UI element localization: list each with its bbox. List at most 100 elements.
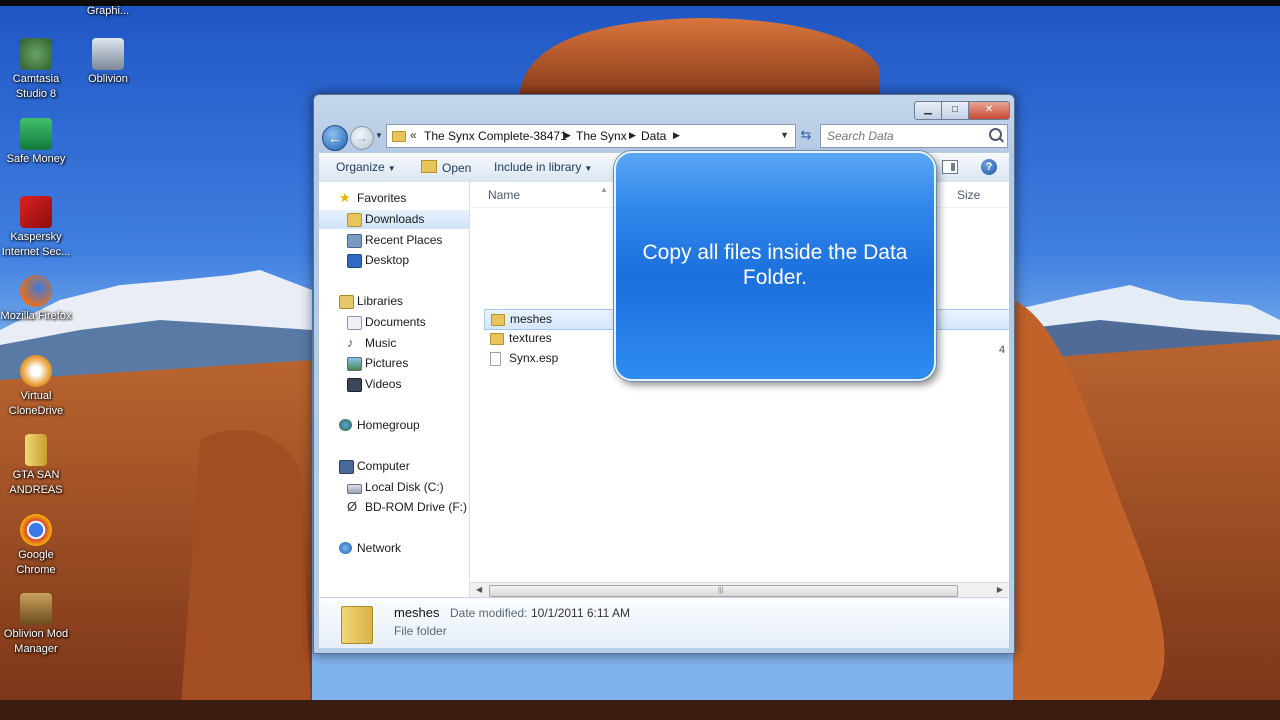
details-name: meshes bbox=[394, 605, 440, 620]
nav-label: Homegroup bbox=[357, 418, 420, 432]
desktop-icon-chrome[interactable]: Google Chrome bbox=[0, 514, 72, 578]
nav-libraries[interactable]: Libraries bbox=[319, 292, 469, 311]
desktop-icon-kaspersky[interactable]: Kaspersky Internet Sec... bbox=[0, 196, 72, 260]
desktop-icon-oblivion[interactable]: Oblivion bbox=[72, 38, 144, 87]
tutorial-callout: Copy all files inside the Data Folder. bbox=[614, 151, 936, 381]
desktop-icon-label: Virtual CloneDrive bbox=[8, 390, 64, 417]
desktop-icon-safe-money[interactable]: Safe Money bbox=[0, 118, 72, 167]
breadcrumb-arrow-icon[interactable]: ▶ bbox=[629, 130, 636, 141]
star-icon: ★ bbox=[339, 190, 351, 205]
forward-button[interactable]: → bbox=[350, 126, 374, 150]
nav-music[interactable]: ♪ Music bbox=[319, 334, 469, 353]
recent-pages-dropdown[interactable]: ▼ bbox=[375, 131, 383, 140]
organize-label: Organize bbox=[336, 160, 385, 174]
search-icon[interactable] bbox=[989, 128, 1002, 141]
computer-icon bbox=[339, 460, 354, 474]
nav-videos[interactable]: Videos bbox=[319, 375, 469, 394]
desktop-icon-firefox[interactable]: Mozilla Firefox bbox=[0, 275, 72, 324]
file-name: meshes bbox=[510, 312, 553, 326]
desktop-icon-graphics[interactable]: Graphi... bbox=[72, 4, 144, 19]
safe-money-icon bbox=[20, 118, 52, 150]
nav-homegroup[interactable]: Homegroup bbox=[319, 416, 469, 435]
close-button[interactable]: ✕ bbox=[968, 101, 1010, 120]
open-button[interactable]: Open bbox=[421, 160, 471, 175]
address-dropdown-icon[interactable]: ▼ bbox=[780, 130, 789, 140]
nav-label: Documents bbox=[365, 315, 426, 329]
nav-label: Downloads bbox=[365, 212, 425, 226]
nav-recent-places[interactable]: Recent Places bbox=[319, 231, 469, 250]
chevron-down-icon: ▼ bbox=[584, 164, 593, 173]
nav-label: Music bbox=[365, 336, 397, 350]
breadcrumb-arrow-icon[interactable]: ▶ bbox=[673, 130, 680, 141]
search-input[interactable] bbox=[825, 127, 979, 145]
desktop-icon-camtasia[interactable]: Camtasia Studio 8 bbox=[0, 38, 72, 102]
nav-label: Local Disk (C:) bbox=[365, 480, 444, 494]
nav-bd-rom-drive[interactable]: Ø BD-ROM Drive (F:) O bbox=[319, 498, 469, 517]
include-label: Include in library bbox=[494, 160, 582, 174]
chrome-icon bbox=[20, 514, 52, 546]
file-size: 4 bbox=[999, 344, 1006, 356]
navigation-pane: ★ Favorites Downloads Recent Places Desk… bbox=[319, 182, 470, 597]
column-header-name[interactable]: Name bbox=[488, 188, 520, 202]
scrollbar-thumb[interactable]: ||| bbox=[489, 585, 958, 597]
nav-computer[interactable]: Computer bbox=[319, 457, 469, 476]
minimize-button[interactable]: ▁ bbox=[914, 101, 942, 120]
file-name: Synx.esp bbox=[509, 351, 559, 365]
hard-disk-icon bbox=[347, 484, 362, 494]
scroll-right-icon[interactable]: ▶ bbox=[997, 585, 1003, 594]
libraries-icon bbox=[339, 295, 354, 309]
grip-icon: ||| bbox=[718, 587, 724, 594]
nav-label: Pictures bbox=[365, 356, 409, 370]
nav-documents[interactable]: Documents bbox=[319, 313, 469, 332]
desktop-icon-oblivion-mod-manager[interactable]: Oblivion Mod Manager bbox=[0, 593, 72, 657]
nav-label: BD-ROM Drive (F:) O bbox=[365, 500, 470, 514]
nav-network[interactable]: Network bbox=[319, 539, 469, 558]
kaspersky-icon bbox=[20, 196, 52, 228]
oblivion-icon bbox=[92, 38, 124, 70]
nav-local-disk[interactable]: Local Disk (C:) bbox=[319, 478, 469, 497]
desktop-icon-label: Google Chrome bbox=[16, 549, 56, 576]
horizontal-scrollbar[interactable]: ◀ ||| ▶ bbox=[470, 582, 1009, 598]
nav-favorites[interactable]: ★ Favorites bbox=[319, 189, 469, 208]
callout-text: Copy all files inside the Data Folder. bbox=[642, 241, 908, 289]
include-in-library-button[interactable]: Include in library ▼ bbox=[494, 160, 592, 174]
nav-desktop[interactable]: Desktop bbox=[319, 251, 469, 270]
nav-pictures[interactable]: Pictures bbox=[319, 354, 469, 373]
help-icon[interactable]: ? bbox=[981, 159, 997, 175]
search-box[interactable] bbox=[820, 124, 1008, 148]
address-overflow[interactable]: « bbox=[410, 128, 417, 142]
desktop-icon-gta[interactable]: GTA SAN ANDREAS bbox=[0, 434, 72, 498]
back-button[interactable]: ← bbox=[322, 125, 348, 151]
desktop-icon-label: Camtasia Studio 8 bbox=[12, 73, 60, 100]
network-icon bbox=[339, 542, 352, 554]
maximize-button[interactable]: □ bbox=[941, 101, 969, 120]
desktop-icon-label: Graphi... bbox=[86, 5, 130, 17]
downloads-folder-icon bbox=[347, 213, 362, 227]
nav-label: Videos bbox=[365, 377, 402, 391]
address-bar[interactable]: « The Synx Complete-38471 ▶ The Synx ▶ D… bbox=[386, 124, 796, 148]
breadcrumb-the-synx-complete[interactable]: The Synx Complete-38471 bbox=[424, 129, 567, 143]
nav-downloads[interactable]: Downloads bbox=[319, 210, 469, 229]
breadcrumb-data[interactable]: Data bbox=[641, 129, 666, 143]
firefox-icon bbox=[20, 275, 52, 307]
nav-label: Favorites bbox=[357, 191, 407, 205]
sort-ascending-icon: ▲ bbox=[600, 185, 608, 194]
breadcrumb-the-synx[interactable]: The Synx bbox=[576, 129, 627, 143]
desktop-icon-virtual-clonedrive[interactable]: Virtual CloneDrive bbox=[0, 355, 72, 419]
preview-pane-icon[interactable] bbox=[942, 160, 958, 174]
organize-button[interactable]: Organize ▼ bbox=[336, 160, 396, 174]
scroll-left-icon[interactable]: ◀ bbox=[476, 585, 482, 594]
refresh-icon[interactable]: ⇆ bbox=[798, 127, 814, 143]
pictures-icon bbox=[347, 357, 362, 371]
desktop-icon-label: Mozilla Firefox bbox=[0, 310, 72, 322]
desktop-icon-label: GTA SAN ANDREAS bbox=[9, 469, 63, 496]
file-icon bbox=[490, 352, 501, 366]
column-header-size[interactable]: Size bbox=[957, 188, 980, 202]
details-modified-label: Date modified: bbox=[450, 606, 528, 620]
desktop-icon-label: Oblivion Mod Manager bbox=[3, 628, 69, 655]
breadcrumb-arrow-icon[interactable]: ▶ bbox=[564, 130, 571, 141]
nav-label: Desktop bbox=[365, 253, 410, 267]
details-pane: meshes Date modified: 10/1/2011 6:11 AM … bbox=[319, 597, 1009, 648]
desktop-icon-label: Safe Money bbox=[6, 153, 66, 165]
desktop-icon bbox=[347, 254, 362, 268]
